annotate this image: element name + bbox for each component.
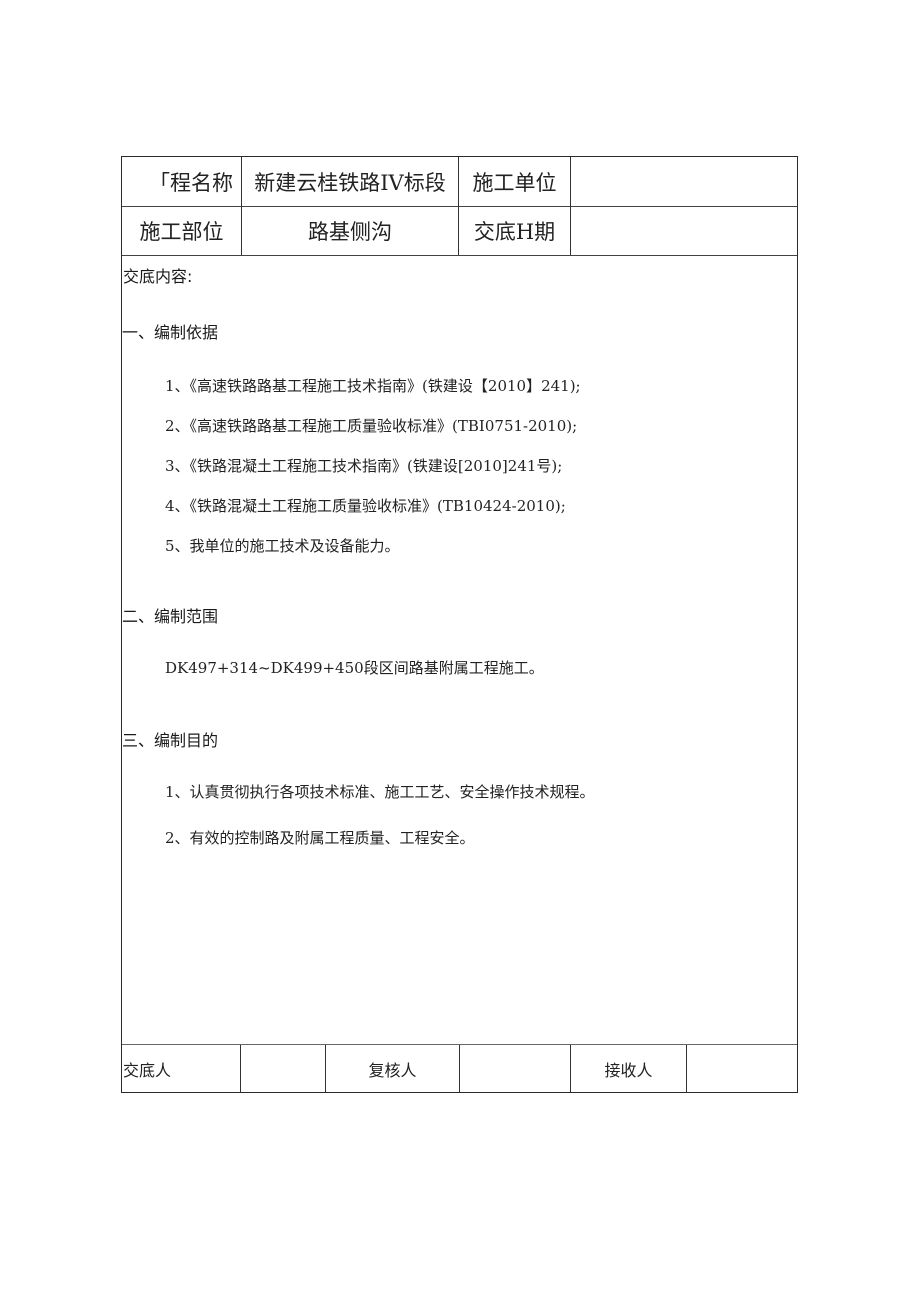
list-item: 3、《铁路混凝土工程施工技术指南》(铁建设[2010]241号); (165, 457, 563, 475)
list-item: 5、我单位的施工技术及设备能力。 (165, 537, 400, 555)
list-item: 2、《高速铁路路基工程施工质量验收标准》(TBI0751-2010); (165, 417, 578, 435)
section-heading: 二、编制范围 (122, 607, 219, 626)
row-divider (122, 255, 797, 256)
list-item: 4、《铁路混凝土工程施工质量验收标准》(TB10424-2010); (165, 497, 566, 515)
receiver-value[interactable] (687, 1045, 797, 1092)
construction-part-label: 施工部位 (139, 220, 224, 244)
construction-unit-value[interactable] (571, 157, 797, 206)
list-item: 1、《高速铁路路基工程施工技术指南》(铁建设【2010】241); (165, 377, 581, 395)
project-name-label: 「程名称 (149, 170, 233, 195)
construction-part-value[interactable]: 路基侧沟 (242, 207, 458, 255)
reviewer-label: 复核人 (368, 1060, 417, 1080)
content-label: 交底内容: (123, 267, 193, 286)
list-item: 2、有效的控制路及附属工程质量、工程安全。 (165, 829, 475, 847)
project-name-value[interactable]: 新建云桂铁路IV标段 (242, 157, 458, 206)
handover-person-label: 交底人 (123, 1060, 172, 1080)
section-heading: 一、编制依据 (122, 323, 219, 342)
list-item: 1、认真贯彻执行各项技术标准、施工工艺、安全操作技术规程。 (165, 783, 595, 801)
handover-date-value[interactable] (571, 207, 797, 255)
section-heading: 三、编制目的 (122, 731, 219, 750)
handover-person-value[interactable] (241, 1045, 325, 1092)
list-item: DK497+314~DK499+450段区间路基附属工程施工。 (165, 659, 544, 677)
receiver-label: 接收人 (604, 1060, 653, 1080)
handover-form: 「程名称 新建云桂铁路IV标段 施工单位 施工部位 路基侧沟 交底H期 交底内容… (121, 156, 798, 1093)
construction-unit-label: 施工单位 (472, 170, 557, 195)
handover-date-label: 交底H期 (473, 220, 556, 244)
reviewer-value[interactable] (460, 1045, 570, 1092)
